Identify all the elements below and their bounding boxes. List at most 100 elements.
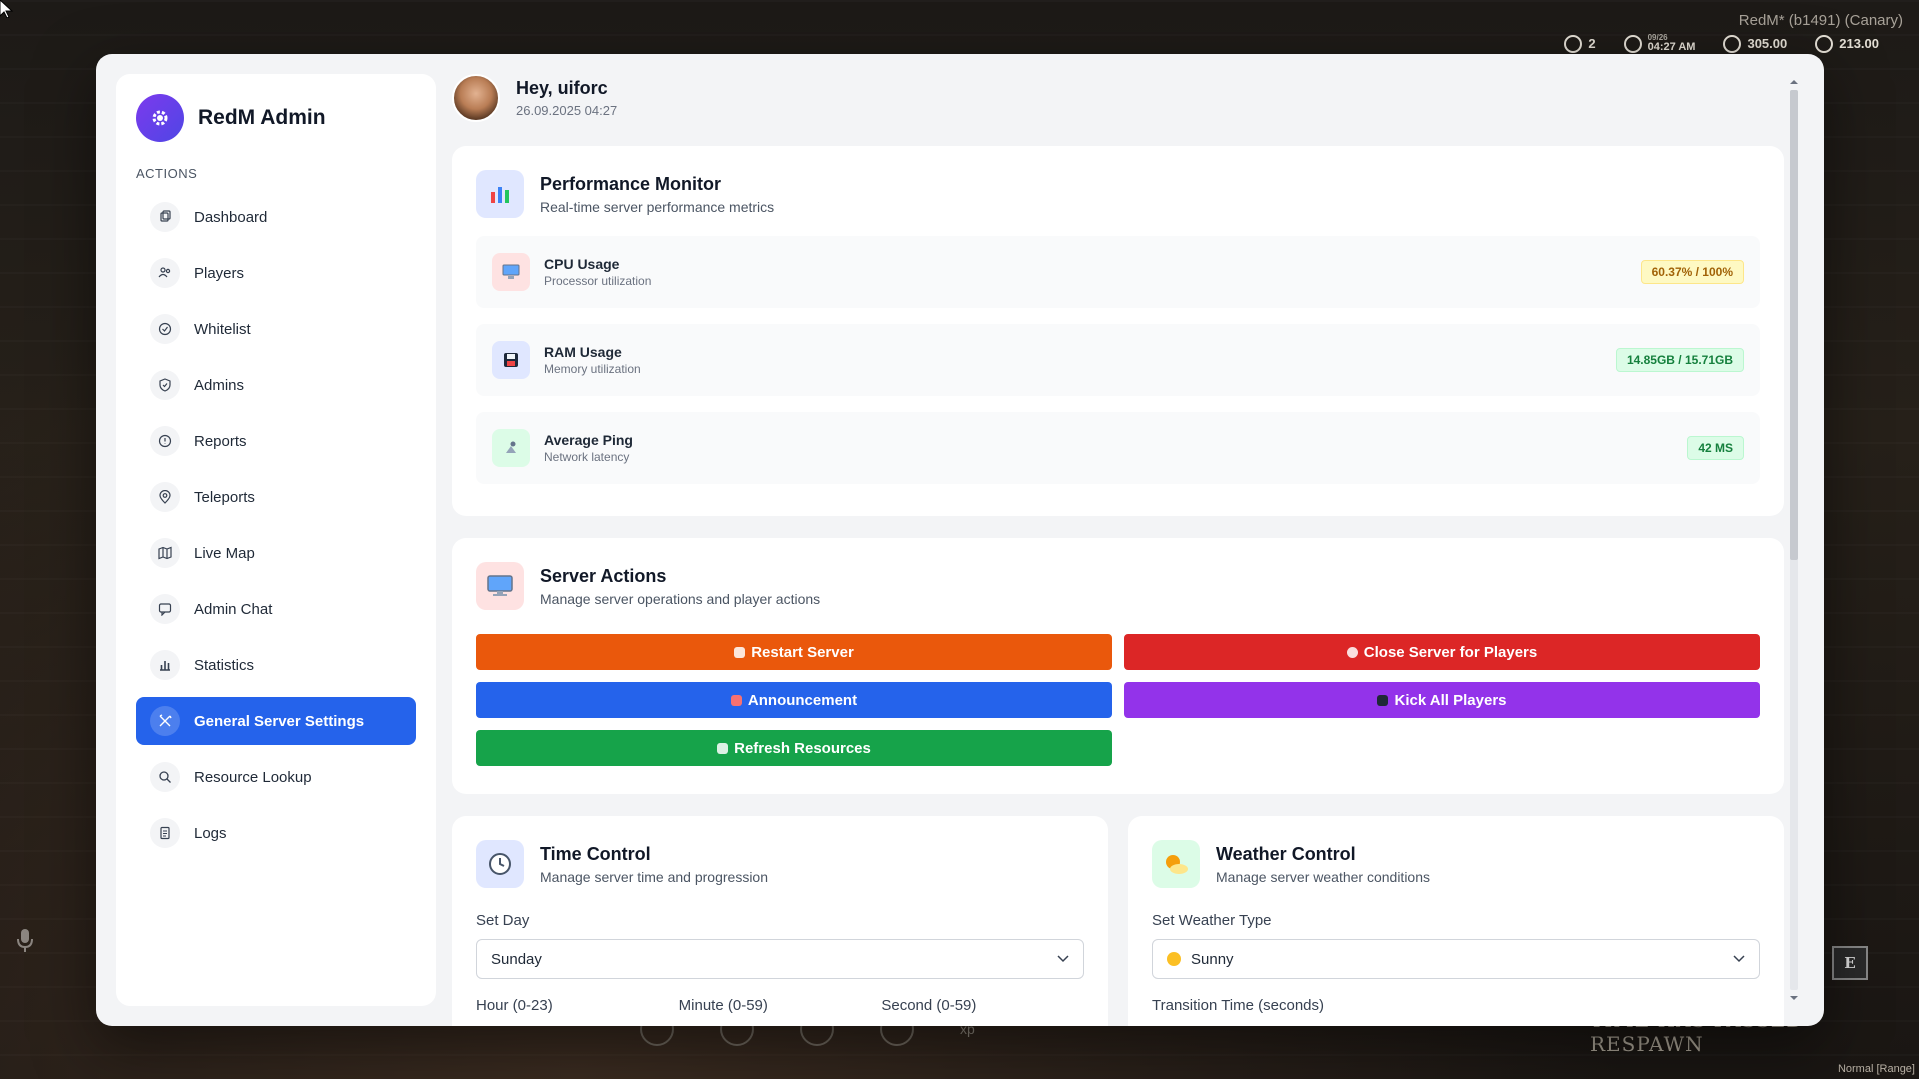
sidebar-item-admin-chat[interactable]: Admin Chat — [136, 585, 416, 633]
bar-chart-icon — [150, 650, 180, 680]
sidebar-item-players[interactable]: Players — [136, 249, 416, 297]
scroll-up-icon[interactable] — [1790, 78, 1798, 86]
gold-icon — [1815, 34, 1834, 53]
performance-card: Performance Monitor Real-time server per… — [452, 146, 1784, 516]
map-icon — [150, 538, 180, 568]
chevron-down-icon — [1733, 955, 1745, 963]
weather-control-subtitle: Manage server weather conditions — [1216, 868, 1431, 885]
sidebar-item-label: Live Map — [194, 544, 255, 562]
minute-label: Minute (0-59) — [678, 997, 768, 1014]
clock-icon — [1623, 34, 1642, 53]
tools-icon — [150, 706, 180, 736]
transition-time-label: Transition Time (seconds) — [1152, 997, 1325, 1014]
metric-subtitle: Processor utilization — [544, 274, 652, 288]
shield-icon — [150, 370, 180, 400]
server-actions-subtitle: Manage server operations and player acti… — [540, 590, 821, 607]
hud-player-count: 2 — [1564, 34, 1596, 53]
level-icon — [1564, 34, 1583, 53]
sidebar-item-label: General Server Settings — [194, 712, 365, 730]
map-pin-icon — [150, 482, 180, 512]
brand-name: RedM Admin — [198, 106, 326, 129]
metric-name: RAM Usage — [544, 344, 622, 360]
voice-mode-text: Normal [Range] — [1837, 1063, 1915, 1075]
users-icon — [150, 258, 180, 288]
no-entry-icon — [1346, 646, 1358, 658]
user-header: Hey, uiforc 26.09.2025 04:27 — [452, 74, 617, 122]
sidebar-item-whitelist[interactable]: Whitelist — [136, 305, 416, 353]
sidebar-item-label: Reports — [194, 432, 247, 450]
admin-panel: RedM Admin ACTIONS Dashboard Players White… — [96, 54, 1824, 1026]
weather-icon — [1152, 840, 1200, 888]
alert-circle-icon — [150, 426, 180, 456]
game-version-title: RedM* (b1491) (Canary) — [1738, 12, 1903, 29]
day-select[interactable]: Sunday — [476, 939, 1084, 979]
scroll-thumb[interactable] — [1790, 90, 1798, 560]
floppy-icon — [492, 341, 530, 379]
check-circle-icon — [150, 314, 180, 344]
scroll-down-icon[interactable] — [1790, 994, 1798, 1002]
close-server-button[interactable]: Close Server for Players — [1124, 634, 1760, 670]
sidebar-item-teleports[interactable]: Teleports — [136, 473, 416, 521]
metric-average-ping: Average Ping Network latency 42 MS — [476, 412, 1760, 484]
sidebar-item-live-map[interactable]: Live Map — [136, 529, 416, 577]
metric-name: Average Ping — [544, 432, 633, 448]
sidebar-item-label: Statistics — [194, 656, 255, 674]
sidebar-item-admins[interactable]: Admins — [136, 361, 416, 409]
bar-chart-icon — [476, 170, 524, 218]
sidebar-item-statistics[interactable]: Statistics — [136, 641, 416, 689]
interact-key-hint: E — [1832, 946, 1868, 980]
monitor-icon — [476, 562, 524, 610]
sidebar-item-label: Teleports — [194, 488, 255, 506]
metric-value-badge: 42 MS — [1687, 436, 1744, 460]
game-hud: 2 09/26 04:27 AM 305.00 213.00 — [1564, 34, 1879, 53]
time-control-title: Time Control — [540, 843, 651, 864]
server-actions-title: Server Actions — [540, 565, 667, 586]
users-icon — [1377, 694, 1389, 706]
greeting: Hey, uiforc — [516, 78, 608, 98]
metric-value-badge: 14.85GB / 15.71GB — [1615, 348, 1744, 372]
metric-subtitle: Memory utilization — [544, 362, 641, 376]
monitor-icon — [492, 253, 530, 291]
performance-subtitle: Real-time server performance metrics — [540, 198, 775, 215]
weather-select[interactable]: Sunny — [1152, 939, 1760, 979]
weather-control-card: Weather Control Manage server weather co… — [1128, 816, 1784, 1026]
chevron-down-icon — [1057, 955, 1069, 963]
refresh-icon — [717, 742, 729, 754]
hud-clock: 09/26 04:27 AM — [1623, 34, 1695, 53]
sidebar: RedM Admin ACTIONS Dashboard Players White… — [116, 74, 436, 1006]
sidebar-item-label: Players — [194, 264, 245, 282]
sidebar-item-label: Admin Chat — [194, 600, 273, 618]
hour-label: Hour (0-23) — [476, 997, 553, 1014]
microphone-icon — [17, 929, 33, 952]
avatar — [452, 74, 500, 122]
announcement-button[interactable]: Announcement — [476, 682, 1112, 718]
metric-name: CPU Usage — [544, 256, 620, 272]
scrollbar[interactable] — [1788, 76, 1800, 1004]
refresh-icon — [734, 646, 746, 658]
sidebar-item-label: Whitelist — [194, 320, 251, 338]
sun-icon — [1167, 952, 1181, 966]
metrics-list: CPU Usage Processor utilization 60.37% / 1… — [476, 236, 1760, 484]
file-icon — [150, 818, 180, 848]
sidebar-item-label: Dashboard — [194, 208, 268, 226]
sidebar-item-label: Logs — [194, 824, 227, 842]
sidebar-item-label: Resource Lookup — [194, 768, 312, 786]
restart-server-button[interactable]: Restart Server — [476, 634, 1112, 670]
metric-ram-usage: RAM Usage Memory utilization 14.85GB / 15.… — [476, 324, 1760, 396]
sidebar-item-resource-lookup[interactable]: Resource Lookup — [136, 753, 416, 801]
sidebar-item-reports[interactable]: Reports — [136, 417, 416, 465]
kick-all-players-button[interactable]: Kick All Players — [1124, 682, 1760, 718]
weather-type-label: Set Weather Type — [1152, 912, 1272, 929]
sidebar-item-logs[interactable]: Logs — [136, 809, 416, 857]
refresh-resources-button[interactable]: Refresh Resources — [476, 730, 1112, 766]
performance-title: Performance Monitor — [540, 173, 722, 194]
sidebar-item-general-server-settings[interactable]: General Server Settings — [136, 697, 416, 745]
sidebar-item-dashboard[interactable]: Dashboard — [136, 193, 416, 241]
set-day-label: Set Day — [476, 912, 530, 929]
time-control-card: Time Control Manage server time and prog… — [452, 816, 1108, 1026]
hud-gold: 213.00 — [1815, 34, 1879, 53]
copy-icon — [150, 202, 180, 232]
hud-money: 305.00 — [1723, 34, 1787, 53]
clock-icon — [476, 840, 524, 888]
message-icon — [150, 594, 180, 624]
